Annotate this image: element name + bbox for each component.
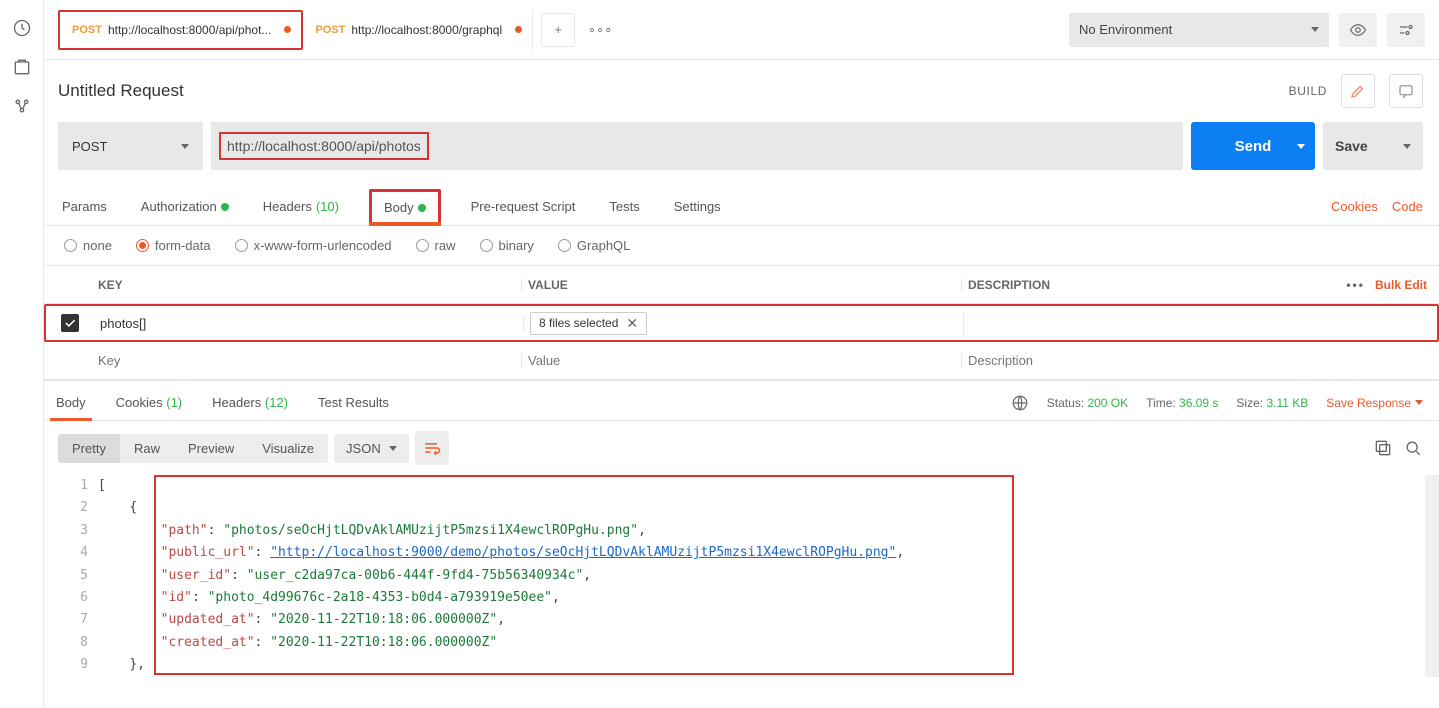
tab-settings[interactable]: Settings	[670, 188, 725, 225]
save-response-button[interactable]: Save Response	[1326, 396, 1423, 410]
radio-urlencoded[interactable]: x-www-form-urlencoded	[235, 238, 392, 253]
code-link[interactable]: Code	[1392, 199, 1423, 214]
row-key[interactable]: photos[]	[94, 316, 524, 331]
chevron-down-icon	[1415, 400, 1423, 405]
chevron-down-icon	[181, 144, 189, 149]
code-content: [ { "path": "photos/seOcHjtLQDvAklAMUzij…	[98, 475, 904, 677]
search-icon[interactable]	[1403, 438, 1423, 458]
globe-icon[interactable]	[1011, 394, 1029, 412]
environment-select[interactable]: No Environment	[1069, 13, 1329, 47]
description-input[interactable]	[968, 353, 1439, 368]
tab-request-2[interactable]: POST http://localhost:8000/graphql	[303, 10, 533, 50]
view-visualize[interactable]: Visualize	[248, 434, 328, 463]
indicator-dot-icon	[418, 204, 426, 212]
resp-tab-body[interactable]: Body	[50, 385, 92, 420]
row-checkbox[interactable]	[61, 314, 79, 332]
tab-method: POST	[315, 24, 345, 36]
resp-tab-cookies[interactable]: Cookies (1)	[110, 385, 188, 420]
collections-icon[interactable]	[12, 57, 32, 80]
url-input[interactable]: http://localhost:8000/api/photos	[211, 122, 1183, 170]
column-description: DESCRIPTION	[968, 278, 1050, 292]
tab-prerequest[interactable]: Pre-request Script	[467, 188, 580, 225]
new-tab-button[interactable]: +	[541, 13, 575, 47]
apis-icon[interactable]	[12, 96, 32, 119]
tab-body[interactable]: Body	[369, 189, 441, 226]
tab-request-1[interactable]: POST http://localhost:8000/api/phot...	[58, 10, 303, 50]
build-label: BUILD	[1289, 84, 1327, 98]
request-name[interactable]: Untitled Request	[58, 81, 184, 101]
tab-params[interactable]: Params	[58, 188, 111, 225]
radio-formdata[interactable]: form-data	[136, 238, 211, 253]
chevron-down-icon	[1311, 27, 1319, 32]
resp-tab-tests[interactable]: Test Results	[312, 385, 395, 420]
scrollbar[interactable]	[1425, 475, 1439, 677]
view-mode-segment: Pretty Raw Preview Visualize	[58, 434, 328, 463]
formdata-row[interactable]: photos[] 8 files selected ✕	[44, 304, 1439, 342]
cookies-link[interactable]: Cookies	[1331, 199, 1378, 214]
tab-url: http://localhost:8000/api/phot...	[108, 23, 271, 37]
formdata-placeholder-row[interactable]	[44, 342, 1439, 380]
send-label: Send	[1235, 138, 1272, 155]
save-button[interactable]: Save	[1323, 122, 1423, 170]
method-label: POST	[72, 139, 107, 154]
settings-button[interactable]	[1387, 13, 1425, 47]
tab-tests[interactable]: Tests	[605, 188, 643, 225]
radio-none[interactable]: none	[64, 238, 112, 253]
size-value: 3.11 KB	[1266, 396, 1308, 410]
chevron-down-icon[interactable]	[1403, 144, 1411, 149]
clear-files-icon[interactable]: ✕	[626, 315, 638, 332]
tab-url: http://localhost:8000/graphql	[351, 23, 502, 37]
method-select[interactable]: POST	[58, 122, 203, 170]
view-raw[interactable]: Raw	[120, 434, 174, 463]
url-value: http://localhost:8000/api/photos	[219, 132, 429, 160]
status-value: 200 OK	[1087, 396, 1128, 410]
comment-button[interactable]	[1389, 74, 1423, 108]
view-preview[interactable]: Preview	[174, 434, 248, 463]
resp-tab-headers[interactable]: Headers (12)	[206, 385, 294, 420]
format-select[interactable]: JSON	[334, 434, 409, 463]
edit-button[interactable]	[1341, 74, 1375, 108]
value-input[interactable]	[528, 353, 961, 368]
save-label: Save	[1335, 138, 1368, 154]
radio-binary[interactable]: binary	[480, 238, 534, 253]
environment-preview-button[interactable]	[1339, 13, 1377, 47]
chevron-down-icon	[389, 446, 397, 451]
chevron-down-icon[interactable]	[1297, 144, 1305, 149]
radio-graphql[interactable]: GraphQL	[558, 238, 630, 253]
key-input[interactable]	[98, 353, 521, 368]
time-value: 36.09 s	[1179, 396, 1218, 410]
tab-overflow-button[interactable]: ∘∘∘	[583, 13, 617, 47]
dirty-dot-icon	[284, 26, 291, 33]
bulk-edit-link[interactable]: Bulk Edit	[1375, 278, 1427, 292]
view-pretty[interactable]: Pretty	[58, 434, 120, 463]
column-value: VALUE	[522, 278, 962, 292]
copy-icon[interactable]	[1373, 438, 1393, 458]
dirty-dot-icon	[515, 26, 522, 33]
response-body[interactable]: 1 2 3 4 5 6 7 8 9 [ { "path": "photos/se…	[44, 475, 1439, 677]
file-chip[interactable]: 8 files selected ✕	[530, 312, 647, 335]
tab-authorization[interactable]: Authorization	[137, 188, 233, 225]
tab-method: POST	[72, 24, 102, 36]
indicator-dot-icon	[221, 203, 229, 211]
radio-raw[interactable]: raw	[416, 238, 456, 253]
line-gutter: 1 2 3 4 5 6 7 8 9	[58, 475, 98, 677]
tab-headers[interactable]: Headers (10)	[259, 188, 343, 225]
column-key: KEY	[92, 278, 522, 292]
history-icon[interactable]	[12, 18, 32, 41]
environment-label: No Environment	[1079, 22, 1172, 37]
more-options-button[interactable]: •••	[1346, 278, 1365, 292]
send-button[interactable]: Send	[1191, 122, 1315, 170]
wrap-toggle-button[interactable]	[415, 431, 449, 465]
